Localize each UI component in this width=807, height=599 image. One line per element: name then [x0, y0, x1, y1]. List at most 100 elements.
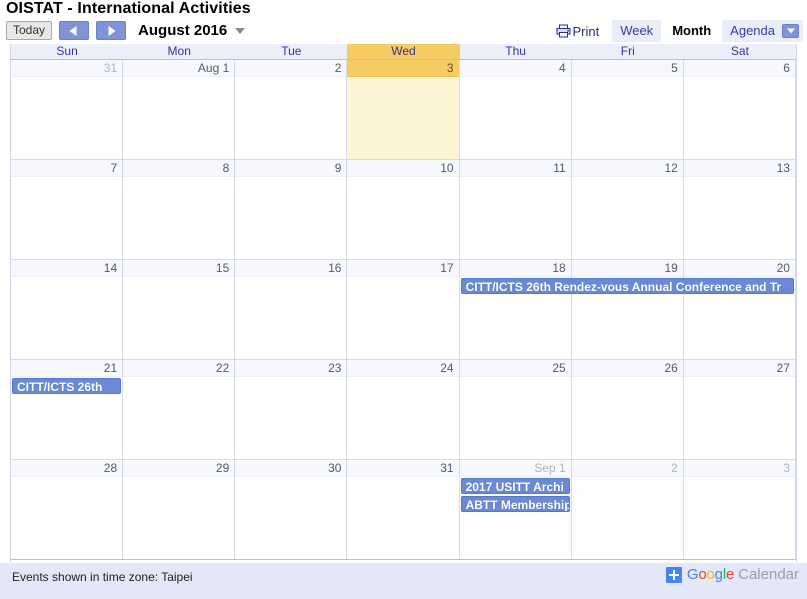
- week-row: 14 15 16 17 18 19 20 CITT/ICTS 26th Rendez-vous…: [11, 260, 796, 360]
- day-number-band: 9: [235, 160, 347, 177]
- day-number-band: 2: [571, 460, 683, 477]
- next-period-button[interactable]: [96, 21, 127, 40]
- day-cell[interactable]: 5: [571, 60, 684, 159]
- day-number: 8: [222, 161, 230, 175]
- day-number-band: 6: [683, 60, 795, 77]
- day-cell[interactable]: 11: [459, 160, 572, 259]
- day-of-week-sun: Sun: [56, 44, 78, 58]
- day-cell[interactable]: 23: [235, 360, 348, 459]
- day-cell[interactable]: 7: [11, 160, 124, 259]
- day-number-band: 5: [571, 60, 683, 77]
- day-cell[interactable]: 30: [235, 460, 348, 559]
- day-of-week-mon: Mon: [167, 44, 191, 58]
- day-number: 21: [103, 361, 118, 375]
- view-controls: Print Week Month Agenda: [556, 20, 803, 42]
- day-number: 19: [664, 261, 678, 275]
- day-cell[interactable]: 16: [235, 260, 348, 359]
- day-number: 26: [664, 361, 678, 375]
- day-cell[interactable]: 28: [11, 460, 124, 559]
- day-cell[interactable]: 3: [683, 460, 796, 559]
- day-cell[interactable]: 21: [11, 360, 124, 459]
- day-number-band: 25: [459, 360, 571, 377]
- day-number: Sep 1: [534, 461, 566, 475]
- day-number: 18: [552, 261, 566, 275]
- google-calendar-logo[interactable]: Google Calendar: [665, 566, 799, 583]
- page-title: OISTAT - International Activities: [6, 0, 251, 17]
- tab-agenda[interactable]: Agenda: [730, 23, 775, 38]
- day-number-band: 10: [347, 160, 459, 177]
- day-of-week-wed: Wed: [347, 44, 460, 59]
- day-number-band: 13: [683, 160, 795, 177]
- day-number-band: 30: [235, 460, 347, 477]
- day-cell[interactable]: 26: [571, 360, 684, 459]
- calendar-event[interactable]: 2017 USITT Archi: [460, 478, 570, 494]
- day-number: 28: [103, 461, 118, 475]
- day-cell[interactable]: 13: [683, 160, 796, 259]
- today-button[interactable]: Today: [6, 21, 53, 40]
- tab-month[interactable]: Month: [664, 20, 719, 42]
- day-cell[interactable]: 27: [683, 360, 796, 459]
- week-row: 31 Aug 1 2 3 4 5 6: [11, 60, 796, 160]
- calendar-event[interactable]: CITT/ICTS 26th Rendez-vous Annual Confer…: [460, 278, 794, 294]
- day-cell[interactable]: 2: [571, 460, 684, 559]
- day-number-band: 22: [123, 360, 235, 377]
- google-calendar-embed: OISTAT - International Activities Today …: [0, 0, 807, 599]
- chevron-down-icon[interactable]: [235, 27, 246, 34]
- day-cell[interactable]: 3: [347, 60, 460, 159]
- day-cell[interactable]: 31: [11, 60, 124, 159]
- day-number-band: 31: [347, 460, 459, 477]
- day-number-band: 16: [235, 260, 347, 277]
- day-cell[interactable]: 6: [683, 60, 796, 159]
- day-cell[interactable]: 9: [235, 160, 348, 259]
- day-number-band: 15: [123, 260, 235, 277]
- day-number: 30: [328, 461, 342, 475]
- day-cell[interactable]: 22: [123, 360, 236, 459]
- tab-week[interactable]: Week: [612, 20, 662, 42]
- day-cell[interactable]: 20: [683, 260, 796, 359]
- timezone-note: Events shown in time zone: Taipei: [12, 570, 193, 584]
- day-number: 16: [328, 261, 342, 275]
- day-cell[interactable]: 12: [571, 160, 684, 259]
- day-cell[interactable]: 18: [459, 260, 572, 359]
- day-cell[interactable]: 8: [123, 160, 236, 259]
- day-number-band: 23: [235, 360, 347, 377]
- day-number: 31: [103, 61, 118, 75]
- calendar-header: OISTAT - International Activities Today …: [0, 0, 807, 45]
- day-number: 22: [215, 361, 230, 375]
- day-number-band: 17: [347, 260, 459, 277]
- day-cell[interactable]: 19: [571, 260, 684, 359]
- calendar-event[interactable]: ABTT Membership: [460, 496, 570, 512]
- day-cell[interactable]: Aug 1: [123, 60, 236, 159]
- day-number: 9: [334, 161, 342, 175]
- previous-period-button[interactable]: [59, 21, 90, 40]
- day-cell[interactable]: 24: [347, 360, 460, 459]
- day-cell[interactable]: 17: [347, 260, 460, 359]
- day-of-week-sat: Sat: [730, 44, 749, 58]
- day-number-band: 3: [683, 460, 795, 477]
- calendar-navigation: Today August 2016: [6, 21, 246, 40]
- day-cell[interactable]: 14: [11, 260, 124, 359]
- day-number: 3: [446, 61, 454, 75]
- day-cell[interactable]: 31: [347, 460, 460, 559]
- day-number-band: Aug 1: [123, 60, 235, 77]
- day-cell[interactable]: 10: [347, 160, 460, 259]
- day-cell[interactable]: 15: [123, 260, 236, 359]
- google-wordmark: Google: [686, 566, 735, 583]
- day-number-band: 8: [123, 160, 235, 177]
- day-number-band: 19: [571, 260, 683, 277]
- day-number-band: Sep 1: [459, 460, 571, 477]
- calendar-event[interactable]: CITT/ICTS 26th: [12, 378, 122, 394]
- day-cell[interactable]: 25: [459, 360, 572, 459]
- day-number-band: 24: [347, 360, 459, 377]
- calendar-wordmark: Calendar: [738, 566, 799, 583]
- day-number: 12: [664, 161, 678, 175]
- print-button[interactable]: Print: [556, 24, 599, 39]
- agenda-dropdown-button[interactable]: [782, 23, 799, 38]
- day-number-band: 20: [683, 260, 795, 277]
- day-number: 27: [776, 361, 790, 375]
- day-cell[interactable]: 4: [459, 60, 572, 159]
- day-cell[interactable]: 2: [235, 60, 348, 159]
- day-cell[interactable]: 29: [123, 460, 236, 559]
- day-number: 2: [671, 461, 678, 475]
- plus-icon[interactable]: [665, 566, 682, 583]
